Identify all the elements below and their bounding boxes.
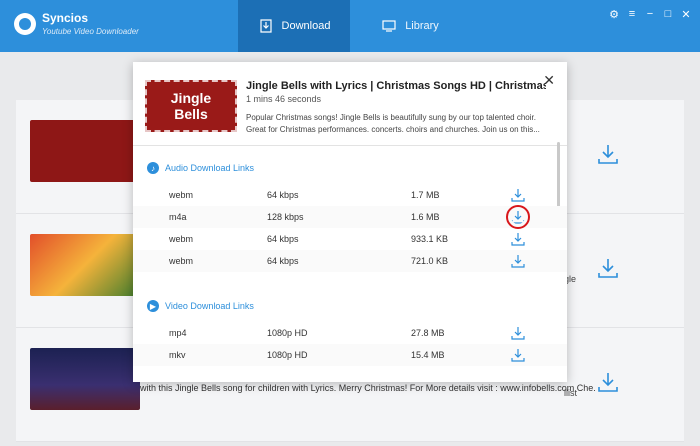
- video-title: Jingle Bells with Lyrics | Christmas Son…: [246, 80, 546, 92]
- size: 1.6 MB: [411, 212, 440, 222]
- download-icon[interactable]: [596, 256, 620, 280]
- download-icon[interactable]: [596, 142, 620, 166]
- video-section-header: ▶ Video Download Links: [147, 300, 254, 312]
- audio-row: webm 64 kbps 933.1 KB: [133, 228, 567, 250]
- audio-section-header: ♪ Audio Download Links: [147, 162, 254, 174]
- audio-row: m4a 128 kbps 1.6 MB: [133, 205, 567, 229]
- video-description: with this Jingle Bells song for children…: [140, 383, 595, 393]
- download-icon[interactable]: [511, 326, 525, 340]
- video-duration: 1 mins 46 seconds: [246, 94, 322, 104]
- quality: 128 kbps: [267, 212, 304, 222]
- download-links-dialog: ✕ Jingle Bells Jingle Bells with Lyrics …: [133, 62, 567, 382]
- audio-row: webm 64 kbps 1.7 MB: [133, 184, 567, 206]
- download-icon[interactable]: [506, 205, 530, 229]
- video-thumbnail: [30, 120, 140, 182]
- size: 721.0 KB: [411, 256, 449, 266]
- play-icon: ▶: [147, 300, 159, 312]
- quality: 64 kbps: [267, 234, 299, 244]
- download-tab-icon: [259, 19, 272, 33]
- close-window-icon[interactable]: ✕: [680, 8, 692, 21]
- format: webm: [169, 256, 194, 266]
- top-bar: Syncios Youtube Video Downloader Downloa…: [0, 0, 700, 52]
- download-icon[interactable]: [511, 232, 525, 246]
- video-section-label: Video Download Links: [165, 301, 254, 311]
- settings-icon[interactable]: ⚙: [608, 8, 620, 21]
- music-note-icon: ♪: [147, 162, 159, 174]
- video-thumbnail: [30, 348, 140, 410]
- download-icon[interactable]: [511, 188, 525, 202]
- video-row: mkv 1080p HD 15.4 MB: [133, 344, 567, 366]
- video-text-fragment: gle: [564, 274, 577, 284]
- quality: 1080p HD: [267, 328, 308, 338]
- format: m4a: [169, 212, 187, 222]
- tab-library-label: Library: [405, 20, 439, 32]
- size: 15.4 MB: [411, 350, 445, 360]
- audio-section-label: Audio Download Links: [165, 163, 255, 173]
- app-logo-icon: [14, 13, 36, 35]
- thumbnail-text: Bells: [174, 106, 208, 122]
- video-row: mp4 1080p HD 27.8 MB: [133, 322, 567, 344]
- audio-row: webm 64 kbps 721.0 KB: [133, 250, 567, 272]
- tab-library[interactable]: Library: [360, 0, 460, 52]
- maximize-icon[interactable]: □: [662, 8, 674, 21]
- library-tab-icon: [382, 20, 396, 32]
- window-controls: ⚙ ≡ − □ ✕: [608, 8, 692, 21]
- format: webm: [169, 234, 194, 244]
- size: 27.8 MB: [411, 328, 445, 338]
- size: 933.1 KB: [411, 234, 449, 244]
- format: mp4: [169, 328, 187, 338]
- format: mkv: [169, 350, 186, 360]
- thumbnail-text: Jingle: [170, 90, 212, 106]
- app-title: Syncios: [42, 11, 89, 25]
- quality: 64 kbps: [267, 190, 299, 200]
- tab-download-label: Download: [281, 20, 331, 32]
- menu-icon[interactable]: ≡: [626, 8, 638, 21]
- size: 1.7 MB: [411, 190, 440, 200]
- video-thumbnail: [30, 234, 140, 296]
- download-icon[interactable]: [596, 370, 620, 394]
- video-description: Popular Christmas songs! Jingle Bells is…: [246, 113, 540, 134]
- format: webm: [169, 190, 194, 200]
- quality: 1080p HD: [267, 350, 308, 360]
- app-subtitle: Youtube Video Downloader: [42, 27, 139, 36]
- minimize-icon[interactable]: −: [644, 8, 656, 21]
- quality: 64 kbps: [267, 256, 299, 266]
- video-thumbnail: Jingle Bells: [145, 80, 237, 132]
- divider: [133, 145, 567, 146]
- tab-download[interactable]: Download: [238, 0, 350, 52]
- download-icon[interactable]: [511, 348, 525, 362]
- download-icon[interactable]: [511, 254, 525, 268]
